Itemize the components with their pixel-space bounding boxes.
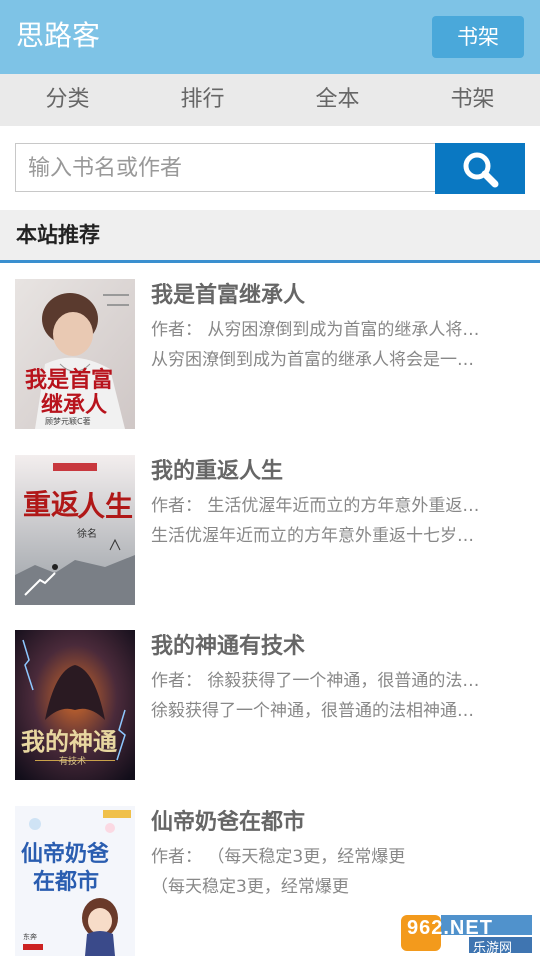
book-cover-author: 顾梦元颖C著 (45, 417, 91, 426)
nav-tabs: 分类 排行 全本 书架 (0, 74, 540, 126)
watermark-sub: 乐游网 (473, 941, 513, 956)
search-input[interactable]: 输入书名或作者 (15, 143, 435, 192)
book-item[interactable]: 我是首富 继承人 顾梦元颖C著 我是首富继承人 作者： 从穷困潦倒到成为首富的继… (0, 279, 540, 429)
search-button[interactable] (435, 143, 525, 194)
book-cover-title: 重返 (23, 488, 80, 521)
search-icon (463, 152, 499, 187)
book-author: 作者： 徐毅获得了一个神通，很普通的法… (151, 671, 480, 691)
book-item[interactable]: 重返 人生 徐名 我的重返人生 作者： 生活优渥年近而立的方年意外重返… 生活优… (0, 455, 540, 605)
book-cover-author: 徐名 (77, 529, 97, 540)
bookshelf-button[interactable]: 书架 (432, 16, 524, 58)
book-author: 作者： （每天稳定3更，经常爆更 (151, 847, 406, 867)
book-cover[interactable]: 重返 人生 徐名 (15, 455, 135, 605)
book-title[interactable]: 我的重返人生 (151, 457, 283, 487)
book-item[interactable]: 我的神通 有技术 我的神通有技术 作者： 徐毅获得了一个神通，很普通的法… 徐毅… (0, 630, 540, 780)
book-cover-title: 在都市 (33, 870, 100, 895)
tab-category[interactable]: 分类 (0, 74, 135, 126)
book-cover[interactable]: 我的神通 有技术 (15, 630, 135, 780)
section-title: 本站推荐 (16, 223, 100, 247)
book-title[interactable]: 仙帝奶爸在都市 (151, 808, 305, 838)
book-cover-author: 东奔 (23, 933, 37, 941)
book-title[interactable]: 我的神通有技术 (151, 632, 305, 662)
section-header: 本站推荐 (0, 210, 540, 263)
book-cover-title: 我的神通 (21, 727, 117, 756)
book-author: 作者： 从穷困潦倒到成为首富的继承人将… (151, 320, 480, 340)
book-cover[interactable]: 仙帝奶爸 在都市 东奔 (15, 806, 135, 956)
book-desc: 生活优渥年近而立的方年意外重返十七岁… (151, 526, 474, 546)
app-title: 思路客 (16, 19, 101, 52)
book-desc: 从穷困潦倒到成为首富的继承人将会是一… (151, 350, 474, 370)
book-title[interactable]: 我是首富继承人 (151, 281, 305, 311)
site-watermark: 962.NET 乐游网 (399, 911, 534, 956)
tab-ranking[interactable]: 排行 (135, 74, 270, 126)
book-author: 作者： 生活优渥年近而立的方年意外重返… (151, 496, 480, 516)
tab-bookshelf[interactable]: 书架 (405, 74, 540, 126)
book-desc: 徐毅获得了一个神通，很普通的法相神通… (151, 701, 474, 721)
book-cover-title: 人生 (77, 490, 134, 523)
search-bar: 输入书名或作者 (15, 143, 525, 194)
app-header: 思路客 书架 (0, 0, 540, 74)
book-cover-title: 继承人 (41, 392, 108, 418)
book-desc: （每天稳定3更，经常爆更 (151, 877, 349, 897)
book-cover-title: 我是首富 (25, 367, 114, 393)
book-cover-subtitle: 有技术 (59, 757, 87, 767)
book-cover[interactable]: 我是首富 继承人 顾梦元颖C著 (15, 279, 135, 429)
tab-complete[interactable]: 全本 (270, 74, 405, 126)
